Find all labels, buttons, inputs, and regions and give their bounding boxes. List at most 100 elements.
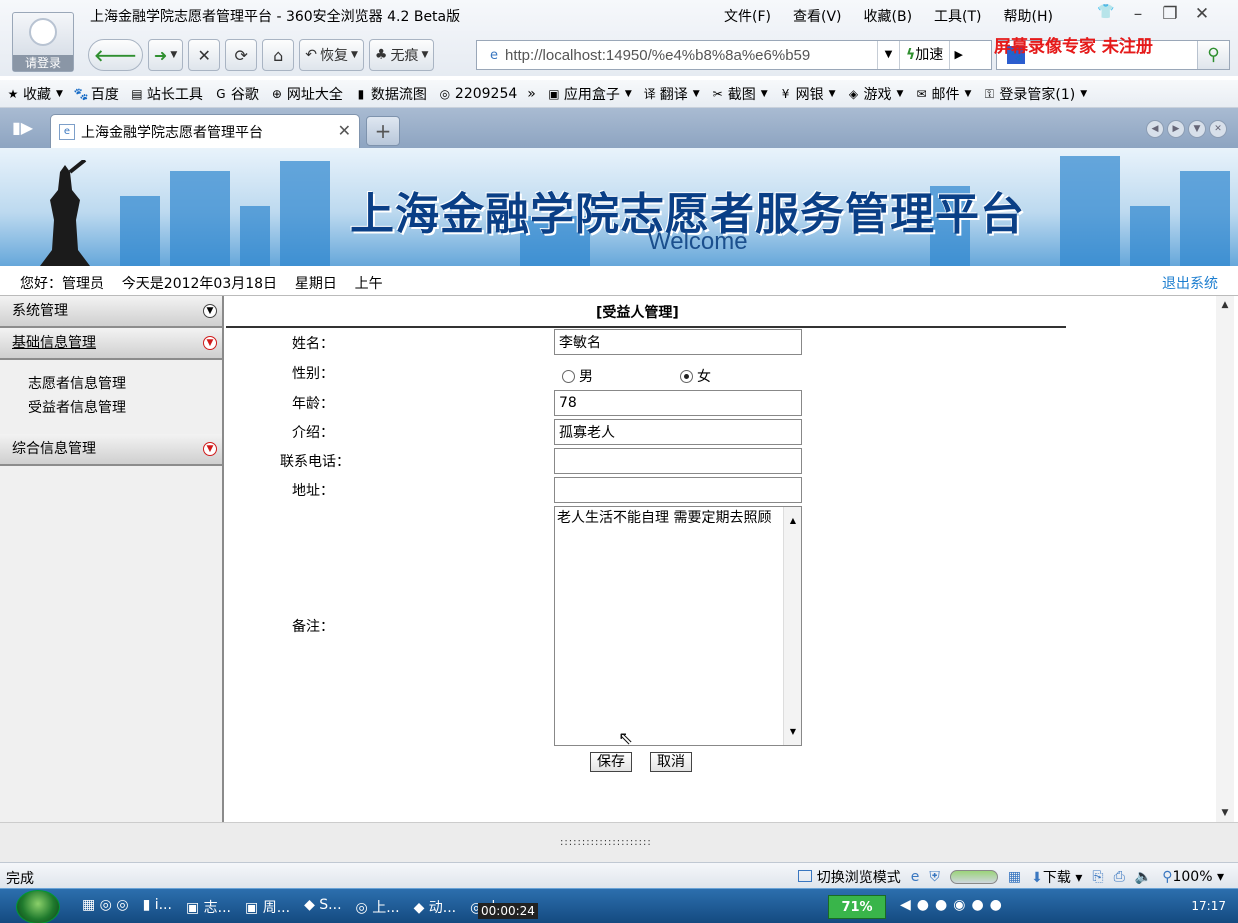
ie-icon[interactable]: e [911, 869, 920, 885]
print-icon[interactable]: ⎙ [1114, 869, 1125, 885]
volume-icon[interactable]: 🔈 [1135, 869, 1152, 885]
age-field[interactable] [554, 390, 802, 416]
shield-icon[interactable]: ⛨ [929, 869, 940, 885]
tray-app-icon[interactable]: ● [971, 897, 983, 913]
stop-button[interactable]: ✕ [188, 39, 221, 71]
sidebar-section-system[interactable]: 系统管理 ▼ [0, 296, 222, 328]
notes-textarea[interactable]: 老人生活不能自理 需要定期去照顾 ▲ ▼ [554, 506, 802, 746]
frame-splitter[interactable]: ::::::::::::::::::::: [0, 822, 1238, 862]
start-button[interactable] [16, 890, 60, 923]
minimize-icon[interactable]: – [1128, 4, 1148, 24]
scroll-up-icon[interactable]: ▲ [784, 511, 802, 530]
logout-link[interactable]: 退出系统 [1162, 273, 1218, 293]
forward-button[interactable]: ➜ ▼ [147, 39, 184, 71]
sidebar-item-volunteer-info[interactable]: 志愿者信息管理 [28, 372, 222, 396]
menu-tools[interactable]: 工具(T) [934, 6, 981, 26]
close-window-icon[interactable]: ✕ [1192, 4, 1212, 24]
tab-close-all-icon[interactable]: ✕ [1209, 120, 1227, 138]
menu-help[interactable]: 帮助(H) [1004, 6, 1053, 26]
scroll-down-icon[interactable]: ▼ [1216, 808, 1234, 818]
favorite-item[interactable]: » [522, 86, 541, 102]
favorite-item[interactable]: ✂ 截图 ▼ [705, 84, 773, 104]
cancel-button[interactable]: 取消 [650, 752, 692, 772]
taskbar-item[interactable]: ▮ i... [143, 897, 172, 917]
home-button[interactable]: ⌂ [262, 39, 295, 71]
taskbar-clock[interactable]: 17:17 [1191, 899, 1226, 913]
expand-down-icon[interactable]: ▼ [203, 442, 217, 456]
search-icon[interactable]: ⚲ [1197, 41, 1229, 69]
account-avatar[interactable]: 请登录 [12, 12, 74, 72]
textarea-scrollbar[interactable]: ▲ ▼ [783, 507, 801, 745]
favorite-item[interactable]: ⚿ 登录管家(1) ▼ [976, 84, 1092, 104]
favorite-item[interactable]: ⊕ 网址大全 [264, 84, 348, 104]
new-tab-button[interactable]: + [366, 116, 400, 146]
favorite-item[interactable]: ▮ 数据流图 [348, 84, 432, 104]
favorite-item[interactable]: 译翻译 ▼ [637, 84, 705, 104]
favorite-item[interactable]: ✉ 邮件 ▼ [908, 84, 976, 104]
favorite-item[interactable]: ◈ 游戏 ▼ [841, 84, 909, 104]
tab-left-icon[interactable]: ◀ [1146, 120, 1164, 138]
address-bar[interactable]: e http://localhost:14950/%e4%b8%8a%e6%b5… [476, 40, 992, 70]
tray-app-icon[interactable]: ● [935, 897, 947, 913]
sidebar-section-basic-info[interactable]: 基础信息管理 ▼ [0, 328, 222, 360]
favorite-item[interactable]: ▤ 站长工具 [124, 84, 208, 104]
gender-male-radio[interactable]: 男 [562, 366, 593, 386]
sidebar-item-beneficiary-info[interactable]: 受益者信息管理 [28, 396, 222, 420]
taskbar-item[interactable]: ◎ 上... [356, 897, 400, 917]
scroll-up-icon[interactable]: ▲ [1216, 300, 1234, 310]
tray-network-icon[interactable]: ◉ [953, 897, 965, 913]
refresh-button[interactable]: ⟳ [225, 39, 258, 71]
tray-expand-icon[interactable]: ◀ [900, 897, 911, 913]
close-tab-icon[interactable]: ✕ [338, 121, 351, 140]
splitter-grip-icon[interactable]: ::::::::::::::::::::: [560, 837, 652, 848]
taskbar-item[interactable]: ▣ 周... [245, 897, 290, 917]
go-arrow-icon[interactable]: ▶ [949, 41, 967, 69]
tab-right-icon[interactable]: ▶ [1167, 120, 1185, 138]
restore-button[interactable]: ↶ 恢复 ▼ [299, 39, 364, 71]
scroll-down-icon[interactable]: ▼ [784, 722, 802, 741]
url-text[interactable]: http://localhost:14950/%e4%b8%8a%e6%b59 [505, 47, 877, 64]
switch-mode-button[interactable]: 切换浏览模式 [798, 867, 901, 887]
speed-toggle-icon[interactable] [949, 870, 998, 884]
menu-favorites[interactable]: 收藏(B) [864, 6, 913, 26]
sidebar-toggle-icon[interactable]: ▮▶ [12, 118, 33, 137]
back-button[interactable]: 🡐 [88, 39, 143, 71]
favorite-item[interactable]: 🐾 百度 [68, 84, 124, 104]
private-mode-button[interactable]: ♣ 无痕 ▼ [368, 39, 435, 71]
expand-down-icon[interactable]: ▼ [203, 304, 217, 318]
zoom-control[interactable]: ⚲100% ▾ [1162, 869, 1224, 885]
taskbar-item[interactable]: ◆ 动... [414, 897, 457, 917]
calculator-icon[interactable]: ▦ [1008, 869, 1021, 885]
accelerate-button[interactable]: ϟ加速 [899, 41, 949, 69]
phone-field[interactable] [554, 448, 802, 474]
intro-field[interactable] [554, 419, 802, 445]
taskbar-item[interactable]: ▣ 志... [186, 897, 231, 917]
bookmark-icon[interactable]: ⎘ [1092, 869, 1103, 885]
page-scrollbar[interactable]: ▲ ▼ [1216, 296, 1234, 822]
favorite-item[interactable]: ◎ 2209254 [432, 86, 522, 102]
favorite-item[interactable]: ¥ 网银 ▼ [773, 84, 841, 104]
name-field[interactable] [554, 329, 802, 355]
download-button[interactable]: ⬇下载 ▾ [1031, 867, 1082, 887]
tray-app-icon[interactable]: ● [990, 897, 1002, 913]
taskbar-item[interactable]: ◆ S... [304, 897, 341, 917]
translate-icon: 译 [643, 86, 656, 101]
quick-launch-icons[interactable]: ▦ ◎ ◎ [82, 897, 129, 917]
save-button[interactable]: 保存 [590, 752, 632, 772]
favorite-item[interactable]: ★ 收藏 ▼ [0, 84, 68, 104]
login-label[interactable]: 请登录 [13, 55, 73, 71]
tab-list-icon[interactable]: ▼ [1188, 120, 1206, 138]
gender-female-radio[interactable]: 女 [680, 366, 711, 386]
favorite-item[interactable]: G 谷歌 [208, 84, 264, 104]
collapse-icon[interactable]: ▼ [203, 336, 217, 350]
skin-shirt-icon[interactable]: 👕 [1096, 4, 1116, 24]
tray-app-icon[interactable]: ● [917, 897, 929, 913]
address-field[interactable] [554, 477, 802, 503]
menu-view[interactable]: 查看(V) [793, 6, 842, 26]
favorite-item[interactable]: ▣ 应用盒子 ▼ [541, 84, 637, 104]
maximize-icon[interactable]: ❐ [1160, 4, 1180, 24]
tab-active[interactable]: e 上海金融学院志愿者管理平台 ✕ [50, 114, 360, 148]
sidebar-section-comprehensive[interactable]: 综合信息管理 ▼ [0, 434, 222, 466]
menu-file[interactable]: 文件(F) [724, 6, 771, 26]
address-dropdown-icon[interactable]: ▼ [877, 41, 899, 69]
